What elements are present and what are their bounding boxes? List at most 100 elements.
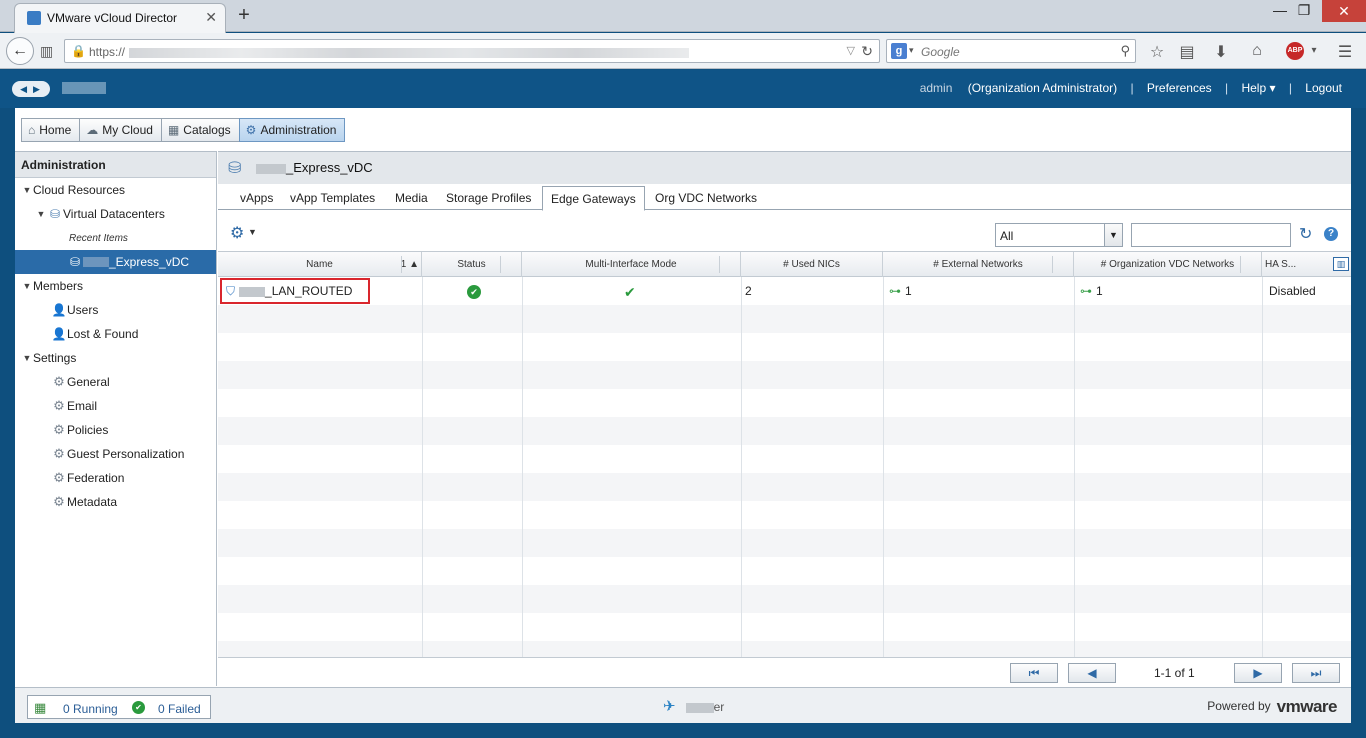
- refresh-icon[interactable]: ↻: [1299, 224, 1312, 244]
- url-bar[interactable]: 🔒 https:// ▽ ↻: [64, 39, 880, 63]
- minimize-icon[interactable]: —: [1268, 2, 1292, 18]
- col-label: Status: [457, 259, 486, 270]
- bookmark-star-icon[interactable]: ☆: [1146, 42, 1168, 62]
- tree-settings-guest-personalization[interactable]: ⚙ Guest Personalization: [15, 442, 216, 466]
- grid-toolbar: ⚙ ▼ All ▼ ↻ ?: [218, 211, 1351, 251]
- menu-hamburger-icon[interactable]: ☰: [1334, 42, 1356, 62]
- home-icon[interactable]: ⌂: [1246, 42, 1268, 60]
- search-input[interactable]: [1131, 223, 1291, 247]
- tree-virtual-datacenters[interactable]: ▼ ⛁ Virtual Datacenters: [15, 202, 216, 226]
- search-engine-dropdown-icon[interactable]: ▾: [909, 45, 914, 56]
- new-tab-button[interactable]: +: [234, 4, 254, 27]
- tab-my-cloud[interactable]: ☁ My Cloud: [79, 118, 162, 142]
- col-header-used-nics[interactable]: # Used NICs: [741, 252, 883, 277]
- col-label: # Used NICs: [783, 259, 840, 270]
- tree-settings[interactable]: ▼ Settings: [15, 346, 216, 370]
- vdc-title-bar: ⛁ _Express_vDC: [218, 152, 1351, 184]
- filter-select[interactable]: All ▼: [995, 223, 1123, 247]
- back-arrow-icon[interactable]: ←: [6, 37, 34, 65]
- subtab-storage-profiles[interactable]: Storage Profiles: [438, 188, 539, 210]
- header-back-forward-icon[interactable]: ◀▶: [12, 81, 50, 97]
- chevron-down-icon[interactable]: ▼: [1104, 224, 1122, 246]
- window-close-icon[interactable]: ✕: [1322, 0, 1366, 22]
- tree-members[interactable]: ▼ Members: [15, 274, 216, 298]
- reload-icon[interactable]: ↻: [861, 43, 873, 60]
- preferences-link[interactable]: Preferences: [1147, 81, 1212, 95]
- next-page-button[interactable]: ▶: [1234, 663, 1282, 683]
- help-menu[interactable]: Help ▾: [1241, 81, 1275, 95]
- tree-lost-found[interactable]: 👤 Lost & Found: [15, 322, 216, 346]
- failed-tasks-link[interactable]: 0 Failed: [158, 702, 201, 716]
- search-placeholder: Google: [921, 45, 960, 59]
- tab-catalogs[interactable]: ▦ Catalogs: [160, 118, 240, 142]
- tree-settings-email[interactable]: ⚙ Email: [15, 394, 216, 418]
- catalog-icon: ▦: [167, 123, 180, 137]
- status-ok-icon: ✔: [467, 285, 481, 299]
- col-header-name[interactable]: Name 1 ▲: [218, 252, 422, 277]
- help-icon[interactable]: ?: [1324, 227, 1338, 241]
- first-page-button[interactable]: ⏮: [1010, 663, 1058, 683]
- reader-list-icon[interactable]: ▤: [1176, 42, 1198, 62]
- network-icon: ⊶: [1080, 284, 1092, 298]
- url-text: https://: [89, 45, 690, 59]
- tab-administration[interactable]: ⚙ Administration: [238, 118, 346, 142]
- column-picker-icon[interactable]: ▥: [1333, 257, 1349, 271]
- subtab-org-vdc-networks[interactable]: Org VDC Networks: [647, 188, 765, 210]
- row-ha-state-cell: Disabled: [1269, 284, 1316, 298]
- tree-users[interactable]: 👤 Users: [15, 298, 216, 322]
- url-dropdown-icon[interactable]: ▽: [847, 44, 855, 57]
- search-icon[interactable]: ⚲: [1120, 43, 1130, 59]
- adblock-dropdown-icon[interactable]: ▾: [1303, 45, 1325, 56]
- library-icon[interactable]: ▥: [40, 43, 53, 60]
- subtab-edge-gateways[interactable]: Edge Gateways: [542, 186, 645, 211]
- row-used-nics-cell: 2: [745, 284, 752, 298]
- running-tasks-link[interactable]: 0 Running: [63, 702, 118, 716]
- empty-row: [218, 557, 1351, 585]
- status-bar: ▦ 0 Running ✔ 0 Failed ✈ er Powered by vmw…: [15, 687, 1351, 723]
- maximize-icon[interactable]: ❐: [1292, 2, 1316, 19]
- last-page-button[interactable]: ⏭: [1292, 663, 1340, 683]
- col-header-multi-interface[interactable]: Multi-Interface Mode: [522, 252, 741, 277]
- col-header-status[interactable]: Status: [422, 252, 522, 277]
- tree-label: Lost & Found: [67, 327, 139, 341]
- tab-home[interactable]: ⌂ Home: [21, 118, 81, 142]
- page-count: 1-1 of 1: [1154, 666, 1195, 680]
- subtab-media[interactable]: Media: [387, 188, 436, 210]
- gears-icon: ⚙: [53, 374, 65, 389]
- empty-row: [218, 473, 1351, 501]
- browser-tab[interactable]: VMware vCloud Director ✕: [14, 3, 226, 33]
- tree-settings-policies[interactable]: ⚙ Policies: [15, 418, 216, 442]
- search-bar[interactable]: g ▾ Google ⚲: [886, 39, 1136, 63]
- subtab-vapp-templates[interactable]: vApp Templates: [282, 188, 383, 210]
- tab-close-icon[interactable]: ✕: [205, 9, 217, 26]
- home-icon: ⌂: [28, 123, 36, 137]
- expand-arrow-icon[interactable]: ▼: [21, 185, 33, 195]
- expand-arrow-icon[interactable]: ▼: [35, 209, 47, 219]
- vcloud-main: ⌂ Home ☁ My Cloud ▦ Catalogs ⚙ Administratio…: [15, 108, 1351, 687]
- table-row[interactable]: ⛉ _LAN_ROUTED ✔ ✔ 2 ⊶ 1 ⊶ 1 Disabled: [218, 277, 1351, 305]
- tree-vdc-item[interactable]: ⛁ _Express_vDC: [15, 250, 216, 274]
- logout-link[interactable]: Logout: [1305, 81, 1342, 95]
- tasks-summary[interactable]: ▦ 0 Running ✔ 0 Failed: [27, 695, 211, 719]
- expand-arrow-icon[interactable]: ▼: [21, 281, 33, 291]
- col-header-external-networks[interactable]: # External Networks: [883, 252, 1074, 277]
- download-arrow-icon[interactable]: ⬇: [1210, 42, 1232, 62]
- sort-indicator[interactable]: 1 ▲: [401, 259, 419, 270]
- col-header-org-vdc-networks[interactable]: # Organization VDC Networks: [1074, 252, 1262, 277]
- tree-settings-metadata[interactable]: ⚙ Metadata: [15, 490, 216, 514]
- actions-dropdown-icon[interactable]: ▼: [248, 227, 257, 237]
- empty-row: [218, 361, 1351, 389]
- prev-page-button[interactable]: ◀: [1068, 663, 1116, 683]
- tree-settings-federation[interactable]: ⚙ Federation: [15, 466, 216, 490]
- adblock-icon[interactable]: ABP: [1286, 42, 1304, 60]
- google-icon[interactable]: g: [891, 43, 907, 59]
- expand-arrow-icon[interactable]: ▼: [21, 353, 33, 363]
- tree-cloud-resources[interactable]: ▼ Cloud Resources: [15, 178, 216, 202]
- network-icon: ⊶: [889, 284, 901, 298]
- subtab-vapps[interactable]: vApps: [232, 188, 281, 210]
- row-name-cell[interactable]: ⛉ _LAN_ROUTED: [220, 278, 370, 304]
- tree-settings-general[interactable]: ⚙ General: [15, 370, 216, 394]
- actions-gear-icon[interactable]: ⚙: [230, 223, 244, 243]
- tab-label: My Cloud: [102, 123, 153, 137]
- empty-row: [218, 333, 1351, 361]
